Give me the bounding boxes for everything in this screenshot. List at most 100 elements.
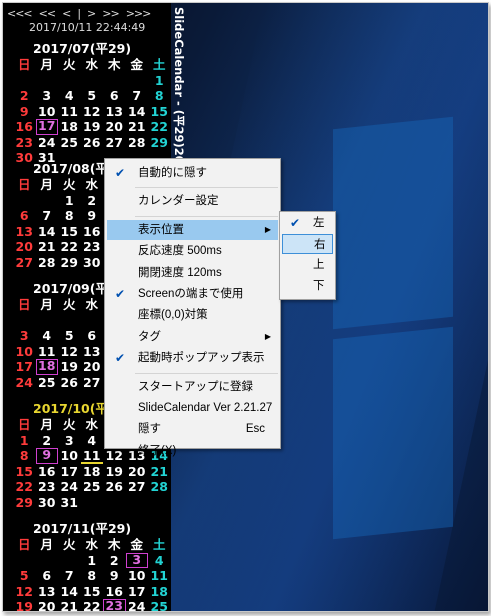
- day-cell[interactable]: 6: [81, 328, 104, 344]
- context-menu-item[interactable]: カレンダー設定: [107, 191, 278, 211]
- day-cell[interactable]: 28: [148, 479, 171, 495]
- day-cell[interactable]: 7: [36, 208, 59, 224]
- day-cell[interactable]: 18: [58, 119, 81, 135]
- day-cell[interactable]: 15: [58, 224, 81, 240]
- day-cell[interactable]: 30: [36, 495, 59, 511]
- context-menu-item[interactable]: 表示位置 ▶: [107, 219, 278, 240]
- day-cell[interactable]: 3: [58, 433, 81, 449]
- day-cell[interactable]: 20: [36, 599, 59, 611]
- day-cell[interactable]: 4: [58, 88, 81, 104]
- day-cell[interactable]: 22: [13, 479, 36, 495]
- day-cell[interactable]: 8: [148, 88, 171, 104]
- day-cell[interactable]: 25: [58, 135, 81, 151]
- day-cell[interactable]: 18: [35, 359, 58, 375]
- day-cell[interactable]: 21: [148, 464, 171, 480]
- context-menu-item[interactable]: 隠す Esc: [107, 419, 278, 439]
- day-cell[interactable]: 14: [126, 104, 149, 120]
- month-title[interactable]: 2017/07(平29): [3, 40, 171, 57]
- day-cell[interactable]: 12: [13, 584, 36, 600]
- context-menu-item[interactable]: 座標(0,0)対策: [107, 305, 278, 325]
- day-cell[interactable]: 1: [13, 433, 36, 449]
- day-cell[interactable]: 16: [13, 119, 36, 135]
- day-cell[interactable]: 27: [81, 375, 104, 391]
- day-cell[interactable]: 4: [36, 328, 59, 344]
- day-cell[interactable]: 31: [58, 495, 81, 511]
- day-cell[interactable]: 23: [81, 239, 104, 255]
- day-cell[interactable]: 19: [103, 464, 126, 480]
- context-menu-item[interactable]: SlideCalendar Ver 2.21.27: [107, 398, 278, 418]
- day-cell[interactable]: 13: [36, 584, 59, 600]
- day-cell[interactable]: 15: [81, 584, 104, 600]
- day-cell[interactable]: 8: [81, 568, 104, 584]
- day-cell[interactable]: 16: [81, 224, 104, 240]
- day-cell[interactable]: 15: [148, 104, 171, 120]
- day-cell[interactable]: 4: [148, 553, 171, 569]
- context-menu-item[interactable]: ✔ 自動的に隠す: [107, 163, 278, 183]
- nav-today-button[interactable]: |: [77, 7, 81, 21]
- day-cell[interactable]: 1: [81, 553, 104, 569]
- day-cell[interactable]: 22: [58, 239, 81, 255]
- context-menu-item[interactable]: 反応速度 500ms: [107, 241, 278, 261]
- day-cell[interactable]: 29: [148, 135, 171, 151]
- day-cell[interactable]: 24: [13, 375, 36, 391]
- day-cell[interactable]: 2: [81, 193, 104, 209]
- day-cell[interactable]: 18: [81, 464, 104, 480]
- nav-next-year-button[interactable]: >>>: [126, 7, 152, 21]
- day-cell[interactable]: 20: [81, 359, 104, 375]
- day-cell[interactable]: 5: [58, 328, 81, 344]
- context-menu-item[interactable]: ✔ Screenの端まで使用: [107, 284, 278, 304]
- day-cell[interactable]: 30: [81, 255, 104, 271]
- day-cell[interactable]: 7: [126, 88, 149, 104]
- day-cell[interactable]: 19: [58, 359, 81, 375]
- day-cell[interactable]: 13: [81, 344, 104, 360]
- day-cell[interactable]: 23: [103, 599, 126, 611]
- day-cell[interactable]: 16: [36, 464, 59, 480]
- day-cell[interactable]: 20: [126, 464, 149, 480]
- day-cell[interactable]: 24: [126, 599, 149, 611]
- day-cell[interactable]: 26: [58, 375, 81, 391]
- day-cell[interactable]: 10: [13, 344, 36, 360]
- day-cell[interactable]: 2: [103, 553, 126, 569]
- day-cell[interactable]: 15: [13, 464, 36, 480]
- day-cell[interactable]: 11: [80, 448, 103, 464]
- day-cell[interactable]: 8: [58, 208, 81, 224]
- day-cell[interactable]: 12: [81, 104, 104, 120]
- day-cell[interactable]: 19: [81, 119, 104, 135]
- day-cell[interactable]: 29: [13, 495, 36, 511]
- day-cell[interactable]: 9: [35, 448, 58, 464]
- day-cell[interactable]: 3: [125, 552, 148, 568]
- day-cell[interactable]: 11: [58, 104, 81, 120]
- day-cell[interactable]: 4: [81, 433, 104, 449]
- day-cell[interactable]: 21: [36, 239, 59, 255]
- day-cell[interactable]: 27: [103, 135, 126, 151]
- day-cell[interactable]: 1: [148, 73, 171, 89]
- day-cell[interactable]: 7: [58, 568, 81, 584]
- day-cell[interactable]: 13: [13, 224, 36, 240]
- context-menu-item[interactable]: 終了(X): [107, 441, 278, 461]
- day-cell[interactable]: 9: [103, 568, 126, 584]
- day-cell[interactable]: 24: [36, 135, 59, 151]
- day-cell[interactable]: 25: [148, 599, 171, 611]
- day-cell[interactable]: 17: [58, 464, 81, 480]
- day-cell[interactable]: 10: [36, 104, 59, 120]
- day-cell[interactable]: 16: [103, 584, 126, 600]
- nav-prev-quarter-button[interactable]: <<: [39, 7, 56, 21]
- context-menu-item[interactable]: 開閉速度 120ms: [107, 263, 278, 283]
- day-cell[interactable]: 27: [13, 255, 36, 271]
- day-cell[interactable]: 3: [36, 88, 59, 104]
- day-cell[interactable]: 14: [36, 224, 59, 240]
- day-cell[interactable]: 2: [36, 433, 59, 449]
- position-submenu-item[interactable]: 下: [282, 276, 333, 296]
- day-cell[interactable]: 17: [126, 584, 149, 600]
- day-cell[interactable]: 14: [58, 584, 81, 600]
- day-cell[interactable]: 11: [148, 568, 171, 584]
- day-cell[interactable]: 19: [13, 599, 36, 611]
- day-cell[interactable]: 21: [126, 119, 149, 135]
- day-cell[interactable]: 5: [13, 568, 36, 584]
- day-cell[interactable]: 11: [36, 344, 59, 360]
- day-cell[interactable]: 20: [13, 239, 36, 255]
- nav-next-month-button[interactable]: >: [87, 7, 96, 21]
- day-cell[interactable]: 26: [103, 479, 126, 495]
- day-cell[interactable]: 6: [13, 208, 36, 224]
- day-cell[interactable]: 9: [81, 208, 104, 224]
